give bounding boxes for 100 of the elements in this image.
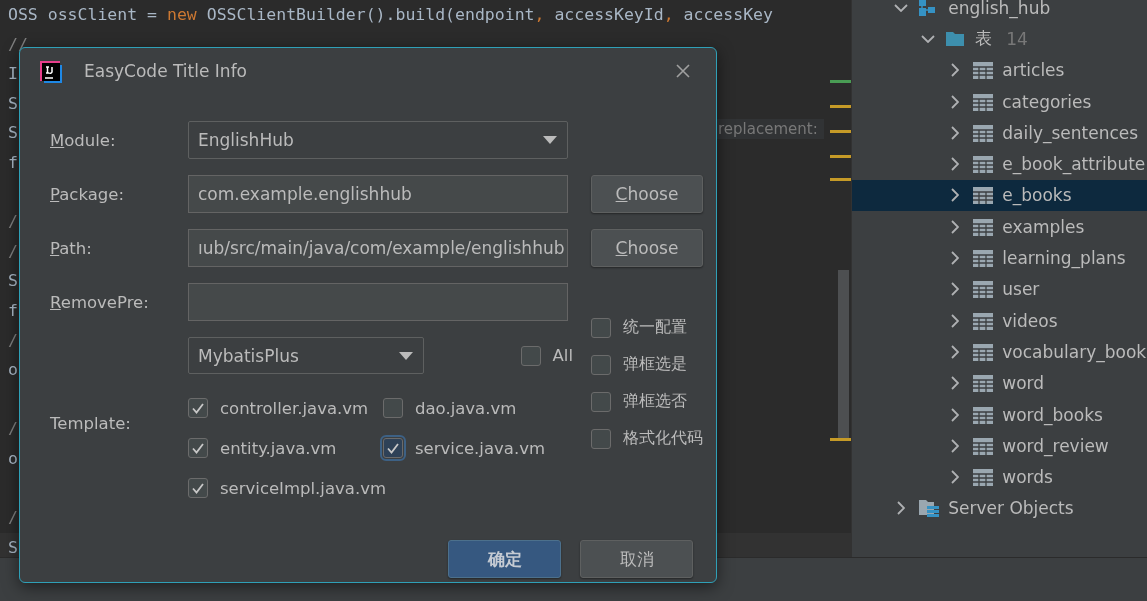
text-field[interactable]: ıub/src/main/java/com/example/englishhub [188,229,568,267]
chevron-down-icon [894,3,909,12]
server-folder-icon [918,498,941,519]
template-group-dropdown[interactable]: MybatisPlus [188,337,424,374]
code-line: f [8,152,18,172]
checkbox[interactable] [383,438,403,458]
table-icon [972,279,995,300]
code-line: o [8,360,18,380]
table-icon [972,404,995,425]
table-icon [972,185,995,206]
code-line: / [8,330,18,350]
chevron-right-icon [897,501,906,516]
checkbox-label: 格式化代码 [623,428,703,449]
tree-item[interactable]: vocabulary_book [852,336,1147,368]
table-icon [972,467,995,488]
tree-item[interactable]: examples [852,211,1147,243]
field-label: Module: [50,130,117,150]
chevron-right-icon [951,251,960,265]
checkbox[interactable] [383,398,403,418]
app-logo-icon [38,58,62,83]
code-line: S [8,93,18,113]
checkbox-label: 统一配置 [623,317,687,338]
table-icon [972,91,995,112]
template-option[interactable]: controller.java.vm [188,398,383,418]
tree-item[interactable]: user [852,273,1147,305]
field-label: Path: [50,238,93,258]
check-icon [387,442,399,454]
tree-item[interactable]: Server Objects [852,492,1147,525]
checkbox[interactable] [520,345,541,366]
code-line: OSS ossClient = new OSSClientBuilder().build(endpoint, accessKeyId, accessKey [8,5,773,24]
chevron-right-icon [951,376,960,391]
field-label: Package: [50,184,125,204]
code-line: S [8,123,18,143]
cancel-button[interactable]: 取消 [580,540,693,578]
module-dropdown[interactable]: EnglishHub [188,121,568,159]
chevron-right-icon [951,470,960,485]
tree-item[interactable]: words [852,461,1147,493]
tree-item[interactable]: categories [852,85,1147,118]
check-icon [192,482,204,494]
checkbox[interactable] [188,398,208,418]
dropdown-arrow-icon [542,135,558,145]
template-label: Template: [50,414,132,433]
chevron-right-icon [951,344,960,359]
field-label: RemovePre: [50,292,150,312]
table-icon [972,60,995,81]
code-line: // [8,34,28,54]
chevron-right-icon [951,438,960,453]
close-button[interactable] [674,61,692,80]
choose-button[interactable]: Choose [591,229,703,267]
code-line: S [8,537,18,557]
checkbox[interactable] [591,391,611,412]
checkbox-label: controller.java.vm [220,398,369,418]
ok-button[interactable]: 确定 [448,540,561,578]
dropdown-arrow-icon [398,350,414,361]
code-line: / [8,241,18,261]
checkbox-label: 弹框选是 [623,354,687,375]
text-field[interactable]: com.example.englishhub [188,175,568,213]
chevron-right-icon [951,407,960,422]
tree-item[interactable]: english_hub [852,0,1147,24]
tree-item[interactable]: daily_sentences [852,117,1147,149]
text-field[interactable] [188,283,568,321]
chevron-right-icon [951,94,960,109]
code-line: / [8,508,18,528]
chevron-right-icon [951,219,960,234]
chevron-right-icon [951,63,960,78]
code-line: / [8,212,18,232]
code-line: I [8,64,18,84]
template-option[interactable]: dao.java.vm [383,398,568,418]
tree-item[interactable]: e_books [852,179,1147,212]
dialog-title: EasyCode Title Info [84,60,248,81]
checkbox[interactable] [591,428,611,449]
chevron-right-icon [951,157,960,172]
check-icon [192,402,204,414]
checkbox-label: All [552,346,573,365]
tree-item[interactable]: word_books [852,398,1147,431]
checkbox[interactable] [591,317,611,338]
template-option[interactable]: serviceImpl.java.vm [188,478,383,498]
code-line: S [8,271,18,291]
checkbox[interactable] [591,354,611,375]
tree-item[interactable]: articles [852,54,1147,86]
choose-button[interactable]: Choose [591,175,703,213]
tree-item[interactable]: word_review [852,430,1147,462]
table-icon [972,341,995,362]
template-option[interactable]: entity.java.vm [188,438,383,458]
tree-item[interactable]: 表 14 [852,23,1147,55]
checkbox[interactable] [188,438,208,458]
table-icon [972,373,995,394]
table-icon [972,310,995,331]
template-option[interactable]: service.java.vm [383,438,568,458]
checkbox-label: entity.java.vm [220,438,337,458]
chevron-right-icon [951,282,960,297]
chevron-right-icon [951,313,960,328]
table-icon [972,154,995,175]
tree-item[interactable]: word [852,367,1147,399]
tree-item[interactable]: videos [852,304,1147,337]
tree-item[interactable]: e_book_attribute [852,148,1147,180]
checkbox-label: serviceImpl.java.vm [220,478,386,498]
tree-item[interactable]: learning_plans [852,242,1147,274]
code-line: f [8,300,18,320]
checkbox[interactable] [188,478,208,498]
